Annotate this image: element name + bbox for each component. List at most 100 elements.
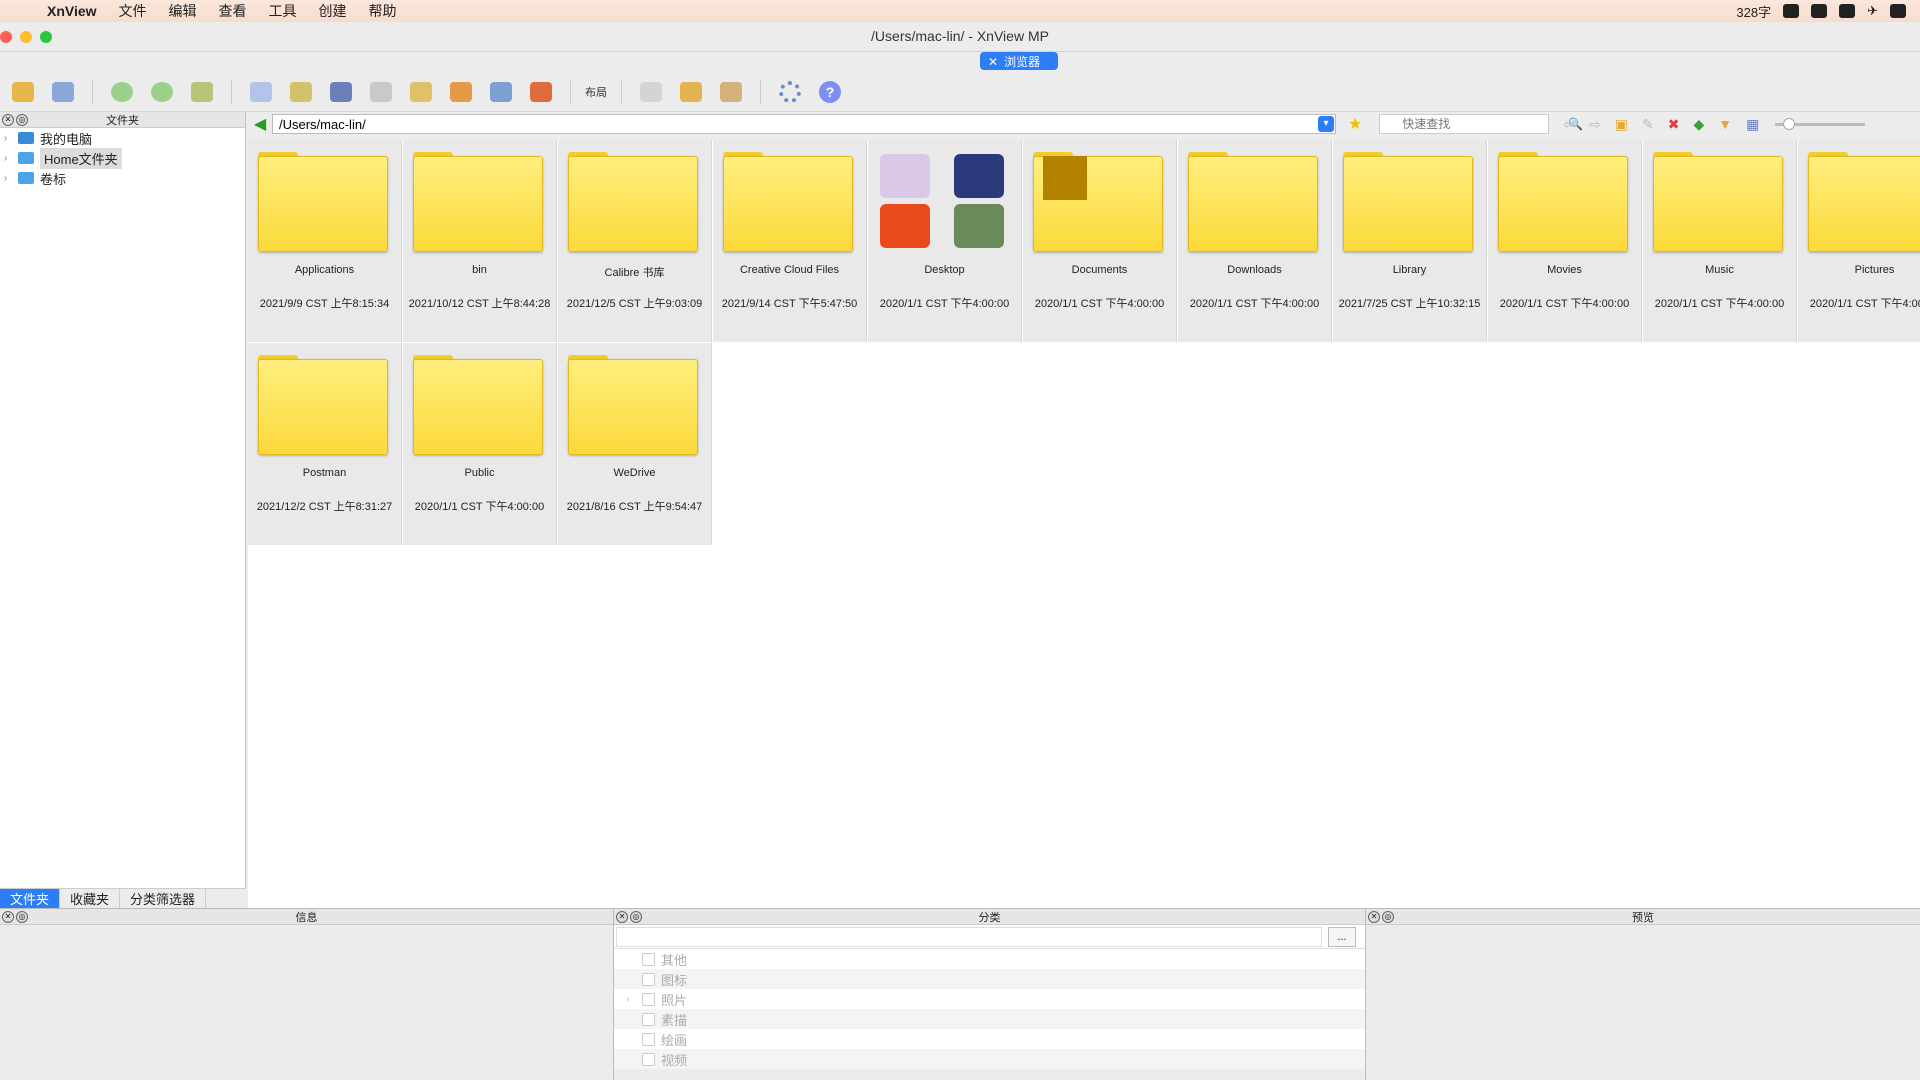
chevron-right-icon[interactable]: › xyxy=(614,994,642,1005)
rename-icon[interactable]: ✎ xyxy=(1642,116,1654,133)
file-thumbnail[interactable]: Calibre 书库 2021/12/5 CST 上午9:03:09 xyxy=(558,140,712,342)
open-folder-button[interactable] xyxy=(8,79,38,105)
panel-close-icon[interactable]: ✕ xyxy=(1368,910,1380,923)
help-button[interactable]: ? xyxy=(815,79,845,105)
file-name: Public xyxy=(464,467,495,479)
thumbnail-size-slider[interactable] xyxy=(1775,117,1866,130)
rotate-right-button[interactable] xyxy=(147,79,177,105)
favorite-star-icon[interactable]: ★ xyxy=(1348,114,1362,134)
category-item[interactable]: 绘画 xyxy=(614,1029,1365,1049)
info-button[interactable] xyxy=(246,79,276,105)
menu-view[interactable]: 查看 xyxy=(208,1,258,21)
layout-dropdown[interactable]: 布局 xyxy=(585,84,607,100)
file-thumbnail[interactable]: bin 2021/10/12 CST 上午8:44:28 xyxy=(403,140,557,342)
export-button[interactable] xyxy=(286,79,316,105)
fullscreen-button[interactable] xyxy=(48,79,78,105)
category-checkbox[interactable] xyxy=(642,1012,655,1026)
folder-panel-title: 文件夹 xyxy=(106,114,139,127)
panel-close-icon[interactable]: ✕ xyxy=(2,113,14,126)
file-thumbnail[interactable]: Downloads 2020/1/1 CST 下午4:00:00 xyxy=(1178,140,1332,342)
panel-close-icon[interactable]: ✕ xyxy=(2,910,14,923)
panel-close-icon[interactable]: ✕ xyxy=(616,910,628,923)
menu-help[interactable]: 帮助 xyxy=(358,1,408,21)
category-item[interactable]: › 照片 xyxy=(614,989,1365,1009)
category-item[interactable]: 视频 xyxy=(614,1049,1365,1069)
address-bar: ◀ ▾ ★ 🔍 ⇦ ⇨ ▣ ✎ ✖ ◆ ▼ ▦ xyxy=(248,112,1920,136)
file-thumbnail[interactable]: Movies 2020/1/1 CST 下午4:00:00 xyxy=(1488,140,1642,342)
view-mode-button[interactable] xyxy=(636,79,666,105)
next-icon[interactable]: ⇨ xyxy=(1589,116,1601,133)
tab-favorites[interactable]: 收藏夹 xyxy=(60,889,121,908)
file-thumbnail[interactable]: Public 2020/1/1 CST 下午4:00:00 xyxy=(403,343,557,545)
file-thumbnail[interactable]: Music 2020/1/1 CST 下午4:00:00 xyxy=(1643,140,1797,342)
notification-icon[interactable] xyxy=(1890,4,1906,18)
settings-button[interactable] xyxy=(775,79,805,105)
folder-shape xyxy=(1188,152,1318,252)
file-thumbnail[interactable]: Postman 2021/12/2 CST 上午8:31:27 xyxy=(248,343,402,545)
slideshow-button[interactable] xyxy=(446,79,476,105)
category-checkbox[interactable] xyxy=(642,972,655,986)
airplane-icon[interactable]: ✈ xyxy=(1867,3,1878,19)
print-icon xyxy=(370,81,392,102)
sort-button[interactable] xyxy=(676,79,706,105)
file-thumbnail[interactable]: Desktop 2020/1/1 CST 下午4:00:00 xyxy=(868,140,1022,342)
microphone-icon[interactable] xyxy=(1811,4,1828,18)
path-input[interactable] xyxy=(272,114,1336,134)
move-button[interactable] xyxy=(406,79,436,105)
category-checkbox[interactable] xyxy=(642,992,655,1006)
menu-create[interactable]: 创建 xyxy=(308,1,358,21)
chevron-right-icon[interactable]: › xyxy=(4,173,18,184)
panel-float-icon[interactable]: ◎ xyxy=(16,113,28,126)
tree-item-home-folder[interactable]: › Home文件夹 xyxy=(0,147,245,169)
category-checkbox[interactable] xyxy=(642,1052,655,1066)
batch-button[interactable] xyxy=(187,79,217,105)
category-item[interactable]: 图标 xyxy=(614,969,1365,989)
slider-handle[interactable] xyxy=(1783,117,1796,130)
category-checkbox[interactable] xyxy=(642,952,655,966)
category-item[interactable]: 素描 xyxy=(614,1009,1365,1029)
file-thumbnail[interactable]: Library 2021/7/25 CST 上午10:32:15 xyxy=(1333,140,1487,342)
file-thumbnail[interactable]: Applications 2021/9/9 CST 上午8:15:34 xyxy=(248,140,402,342)
tray-app-icon[interactable] xyxy=(1783,4,1800,18)
category-item[interactable]: 其他 xyxy=(614,949,1365,969)
file-thumbnail[interactable]: Documents 2020/1/1 CST 下午4:00:00 xyxy=(1023,140,1177,342)
file-thumbnail[interactable]: WeDrive 2021/8/16 CST 上午9:54:47 xyxy=(558,343,712,545)
capture-button[interactable] xyxy=(486,79,516,105)
tab-browser[interactable]: ✕ 浏览器 xyxy=(980,52,1059,70)
category-panel-header: ✕ ◎ 分类 xyxy=(614,909,1365,925)
file-name: Creative Cloud Files xyxy=(739,264,840,276)
menu-app-name[interactable]: XnView xyxy=(36,3,108,19)
tree-button[interactable] xyxy=(716,79,746,105)
tag-icon[interactable]: ◆ xyxy=(1693,116,1704,133)
print-button[interactable] xyxy=(366,79,396,105)
panel-float-icon[interactable]: ◎ xyxy=(630,910,642,923)
tree-item-volumes[interactable]: › 卷标 xyxy=(0,168,245,188)
thumbnail-view-icon[interactable]: ▦ xyxy=(1746,116,1759,133)
menu-edit[interactable]: 编辑 xyxy=(158,1,208,21)
go-back-icon[interactable]: ◀ xyxy=(248,114,272,134)
file-thumbnail[interactable]: Pictures 2020/1/1 CST 下午4:00:00 xyxy=(1798,140,1920,342)
panel-float-icon[interactable]: ◎ xyxy=(1382,910,1394,923)
new-folder-icon[interactable]: ▣ xyxy=(1615,116,1628,133)
wallpaper-button[interactable] xyxy=(526,79,556,105)
close-tab-icon[interactable]: ✕ xyxy=(988,55,998,69)
search-button[interactable] xyxy=(326,79,356,105)
tab-category-filter[interactable]: 分类筛选器 xyxy=(120,889,207,908)
category-checkbox[interactable] xyxy=(642,1032,655,1046)
category-more-button[interactable]: ... xyxy=(1328,926,1356,947)
path-history-dropdown[interactable]: ▾ xyxy=(1318,116,1334,132)
quick-search-input[interactable] xyxy=(1379,114,1550,134)
panel-float-icon[interactable]: ◎ xyxy=(16,910,28,923)
chevron-right-icon[interactable]: › xyxy=(4,133,18,144)
file-thumbnail[interactable]: Creative Cloud Files 2021/9/14 CST 下午5:47… xyxy=(713,140,867,342)
delete-icon[interactable]: ✖ xyxy=(1668,116,1680,133)
tree-item-my-computer[interactable]: › 我的电脑 xyxy=(0,128,245,148)
grid-icon[interactable] xyxy=(1839,4,1856,18)
filter-icon[interactable]: ▼ xyxy=(1718,116,1732,132)
chevron-right-icon[interactable]: › xyxy=(4,153,18,164)
menu-tools[interactable]: 工具 xyxy=(258,1,308,21)
category-input[interactable] xyxy=(616,926,1322,947)
rotate-left-button[interactable] xyxy=(107,79,137,105)
menu-file[interactable]: 文件 xyxy=(108,1,158,21)
tab-folders[interactable]: 文件夹 xyxy=(0,889,61,908)
